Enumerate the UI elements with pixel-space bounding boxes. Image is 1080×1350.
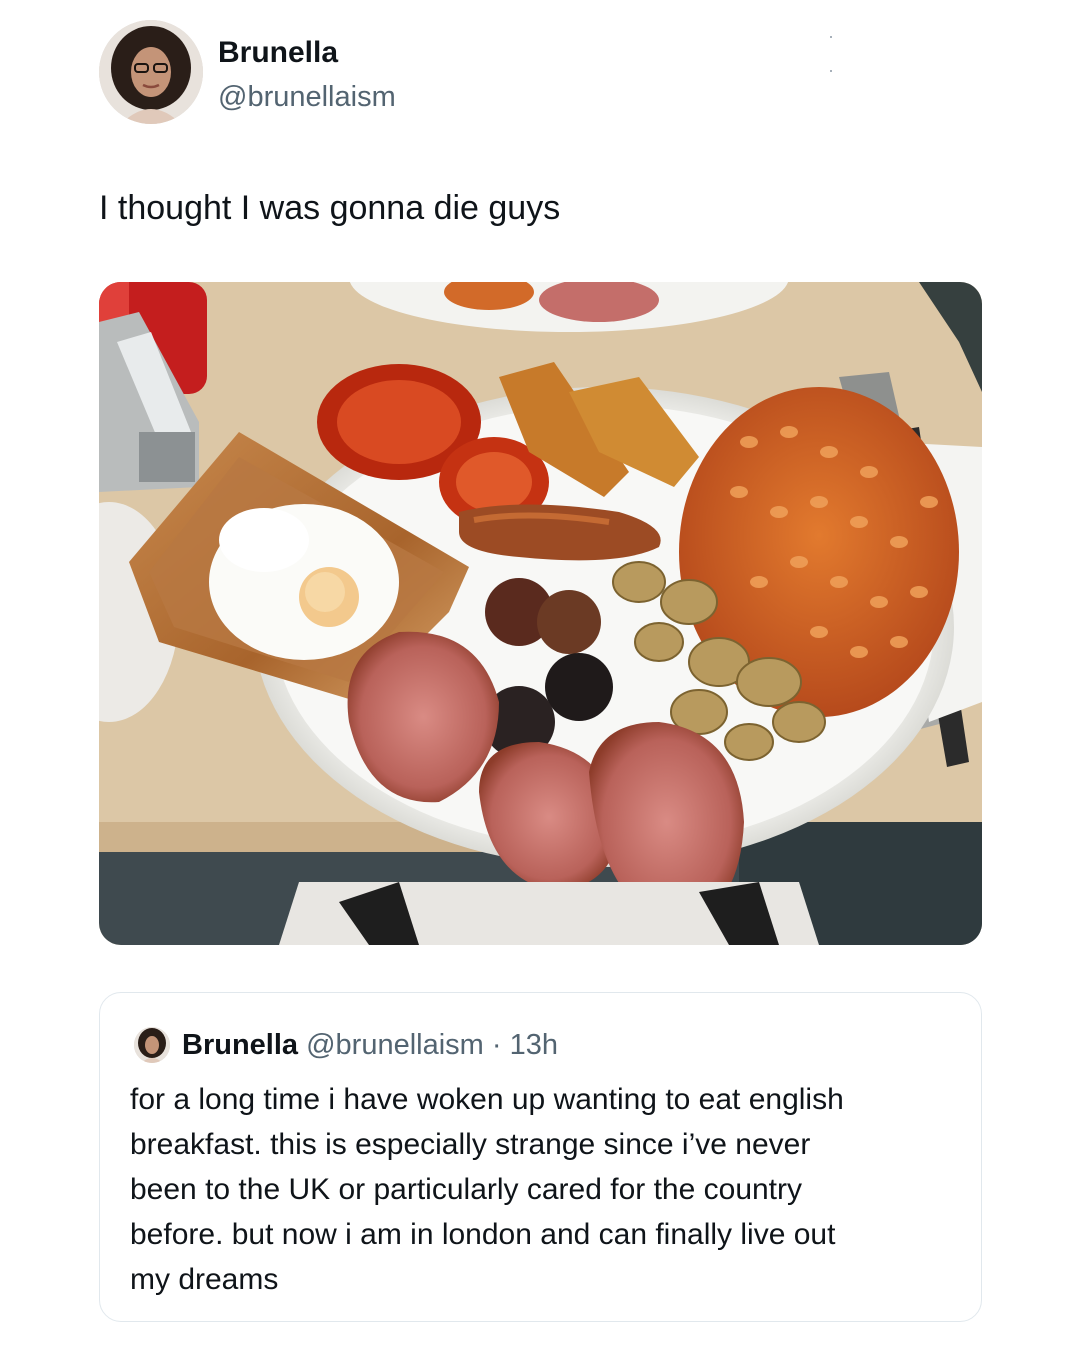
- quoted-timestamp[interactable]: 13h: [510, 1029, 558, 1061]
- quoted-text-line: been to the UK or particularly cared for…: [130, 1173, 803, 1206]
- quoted-text-line: for a long time i have woken up wanting …: [130, 1083, 844, 1116]
- quoted-author-name[interactable]: Brunella: [182, 1029, 298, 1061]
- author-avatar[interactable]: [99, 20, 203, 124]
- quoted-text-line: breakfast. this is especially strange si…: [130, 1128, 811, 1161]
- author-name[interactable]: Brunella: [218, 36, 338, 70]
- author-handle[interactable]: @brunellaism: [218, 80, 396, 114]
- quoted-tweet-card[interactable]: Brunella @brunellaism · 13h for a long t…: [99, 992, 982, 1322]
- quoted-separator: ·: [483, 1029, 510, 1061]
- quoted-tweet-text: for a long time i have woken up wanting …: [130, 1077, 960, 1302]
- tweet-photo[interactable]: [99, 282, 982, 945]
- more-dot: [830, 70, 832, 72]
- quoted-author-avatar[interactable]: [134, 1027, 170, 1063]
- more-dot: [830, 36, 832, 38]
- breakfast-photo-illustration: [99, 282, 982, 945]
- quoted-tweet-header: Brunella @brunellaism · 13h: [182, 1027, 558, 1063]
- more-options-icon[interactable]: [826, 36, 836, 72]
- quoted-author-handle[interactable]: @brunellaism: [306, 1029, 484, 1061]
- quoted-text-line: my dreams: [130, 1263, 279, 1296]
- quoted-text-line: before. but now i am in london and can f…: [130, 1218, 836, 1251]
- tweet-text: I thought I was gonna die guys: [99, 189, 561, 227]
